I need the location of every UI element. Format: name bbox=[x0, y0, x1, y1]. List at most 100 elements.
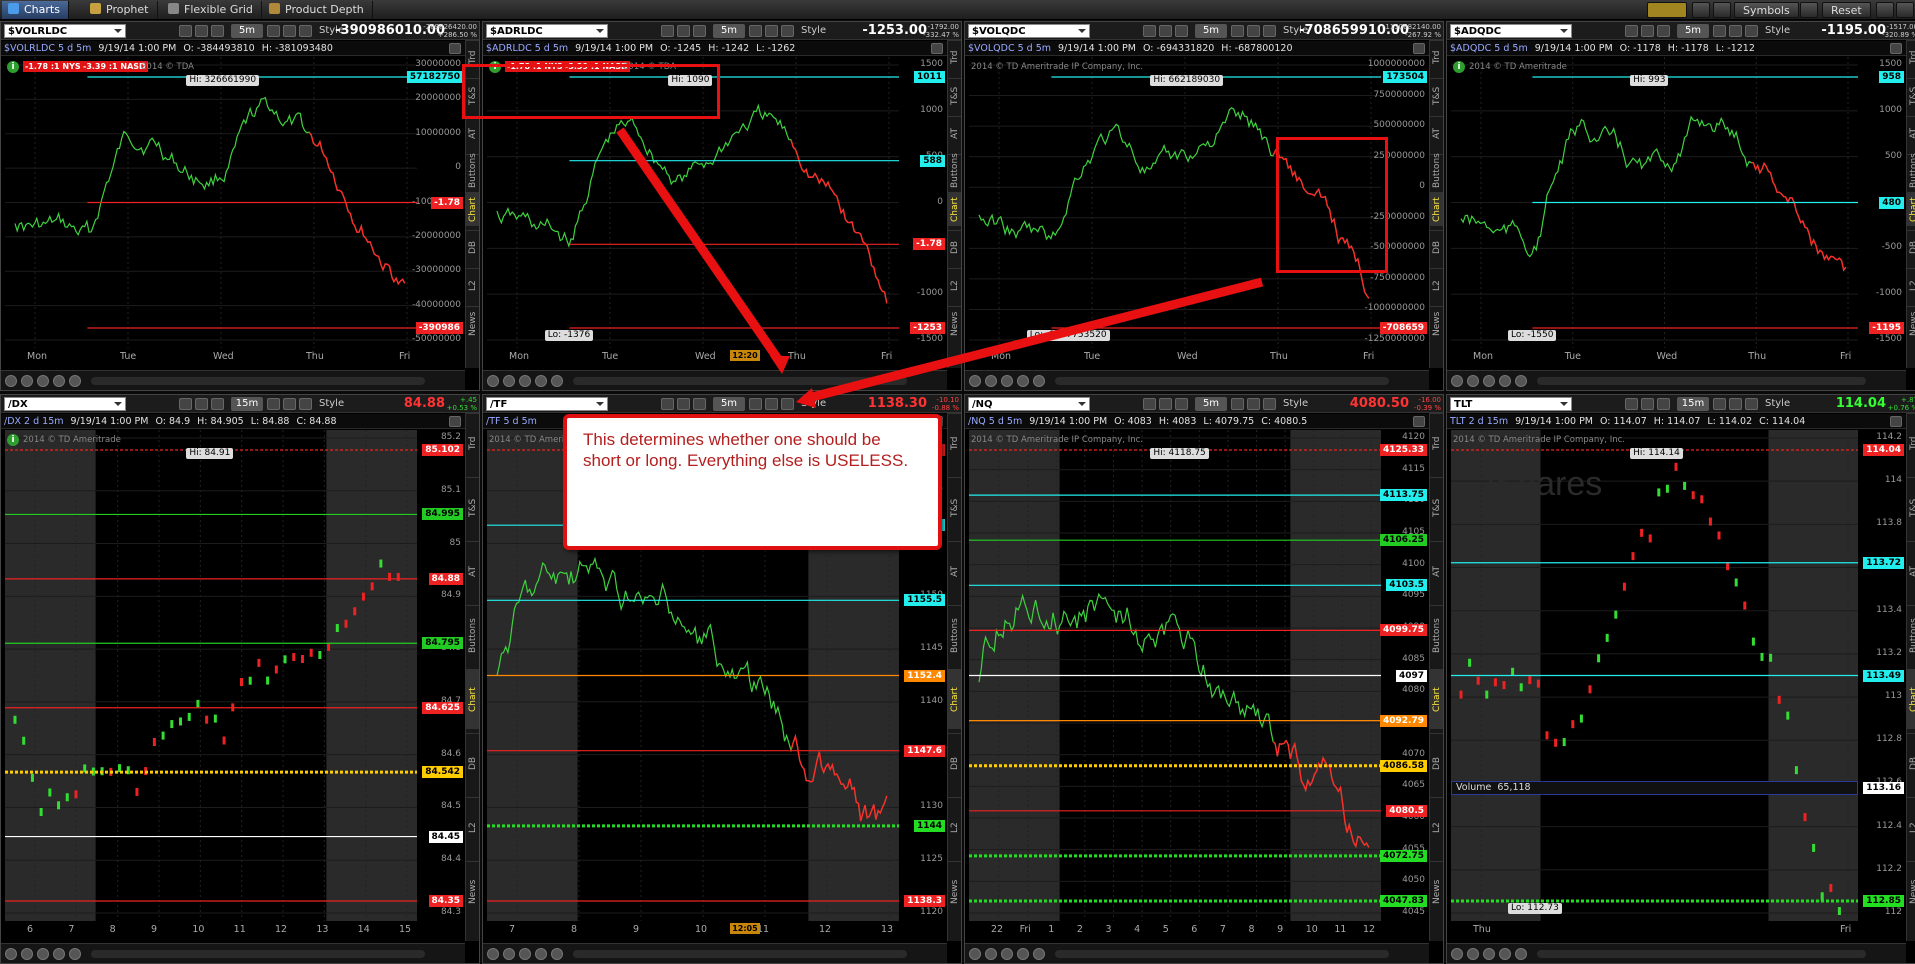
cursor-icon[interactable] bbox=[37, 375, 49, 387]
grid-layout-button[interactable] bbox=[1647, 2, 1687, 18]
scrollbar[interactable] bbox=[91, 950, 425, 958]
zoom-icon[interactable] bbox=[5, 375, 17, 387]
zoom-icon[interactable] bbox=[1451, 948, 1463, 960]
x-axis-tick: 12 bbox=[819, 924, 832, 935]
settings-icon[interactable] bbox=[1515, 948, 1527, 960]
level-label: -1253 bbox=[910, 322, 945, 334]
price-chart[interactable] bbox=[1, 395, 480, 964]
expand-icon[interactable] bbox=[1499, 375, 1511, 387]
info-icon[interactable] bbox=[1713, 2, 1731, 18]
zoom-icon[interactable] bbox=[1451, 375, 1463, 387]
settings-icon[interactable] bbox=[69, 948, 81, 960]
pan-icon[interactable] bbox=[1467, 375, 1479, 387]
pan-icon[interactable] bbox=[503, 948, 515, 960]
x-axis-tick: 1 bbox=[1048, 924, 1055, 935]
level-label: 4113.75 bbox=[1380, 489, 1427, 502]
settings-icon[interactable] bbox=[1033, 375, 1045, 387]
refresh-icon[interactable] bbox=[1800, 2, 1818, 18]
cursor-icon[interactable] bbox=[1001, 948, 1013, 960]
expand-icon[interactable] bbox=[1499, 948, 1511, 960]
settings-icon[interactable] bbox=[551, 375, 563, 387]
cursor-icon[interactable] bbox=[1001, 375, 1013, 387]
expand-icon[interactable] bbox=[1017, 375, 1029, 387]
pan-icon[interactable] bbox=[503, 375, 515, 387]
cursor-icon[interactable] bbox=[37, 948, 49, 960]
high-label: Hi: 326661990 bbox=[186, 75, 260, 86]
scrollbar[interactable] bbox=[573, 950, 907, 958]
zoom-icon[interactable] bbox=[5, 948, 17, 960]
price-line-down bbox=[1751, 161, 1847, 272]
expand-icon[interactable] bbox=[1017, 948, 1029, 960]
x-axis-tick: Wed bbox=[1656, 351, 1678, 362]
price-line bbox=[14, 96, 406, 285]
chart-bottom-bar bbox=[1, 943, 465, 963]
info-icon[interactable]: i bbox=[7, 61, 19, 73]
x-axis-tick: 8 bbox=[109, 924, 116, 935]
x-axis-tick: 11 bbox=[233, 924, 246, 935]
tab-flexible-grid[interactable]: Flexible Grid bbox=[162, 1, 262, 19]
x-axis-tick: Tue bbox=[602, 351, 619, 362]
low-label: Lo: 112.73 bbox=[1508, 903, 1562, 914]
zoom-icon[interactable] bbox=[969, 948, 981, 960]
cursor-icon[interactable] bbox=[519, 948, 531, 960]
menu-icon[interactable] bbox=[1896, 2, 1914, 18]
pan-icon[interactable] bbox=[985, 948, 997, 960]
scrollbar[interactable] bbox=[91, 377, 425, 385]
candle bbox=[396, 572, 400, 581]
help-icon[interactable] bbox=[1876, 2, 1894, 18]
scrollbar[interactable] bbox=[1537, 377, 1866, 385]
scrollbar[interactable] bbox=[1055, 377, 1389, 385]
x-axis-tick: 9 bbox=[633, 924, 640, 935]
zoom-icon[interactable] bbox=[487, 375, 499, 387]
y-axis-tick: 30000000 bbox=[415, 59, 461, 69]
expand-icon[interactable] bbox=[535, 375, 547, 387]
low-label: Lo: -1550 bbox=[1508, 330, 1557, 341]
cursor-icon[interactable] bbox=[1483, 948, 1495, 960]
tab-charts[interactable]: Charts bbox=[2, 1, 69, 19]
expand-icon[interactable] bbox=[53, 375, 65, 387]
settings-icon[interactable] bbox=[69, 375, 81, 387]
pan-icon[interactable] bbox=[985, 375, 997, 387]
settings-icon[interactable] bbox=[1033, 948, 1045, 960]
cursor-icon[interactable] bbox=[1483, 375, 1495, 387]
tab-prophet[interactable]: Prophet bbox=[84, 1, 158, 19]
reset-button[interactable]: Reset bbox=[1822, 2, 1871, 18]
zoom-icon[interactable] bbox=[487, 948, 499, 960]
symbols-button[interactable]: Symbols bbox=[1734, 2, 1799, 18]
zoom-icon[interactable] bbox=[969, 375, 981, 387]
candle bbox=[1579, 714, 1583, 723]
pan-icon[interactable] bbox=[21, 375, 33, 387]
scrollbar[interactable] bbox=[1055, 950, 1389, 958]
y-axis-tick: 84.4 bbox=[440, 854, 461, 865]
x-axis-tick: 13 bbox=[881, 924, 894, 935]
y-axis-tick: -750000000 bbox=[1370, 272, 1425, 283]
tab-product-depth[interactable]: Product Depth bbox=[263, 1, 373, 19]
expand-icon[interactable] bbox=[53, 948, 65, 960]
level-label: 4072.75 bbox=[1380, 849, 1427, 862]
cursor-icon[interactable] bbox=[519, 375, 531, 387]
y-axis-tick: 0 bbox=[455, 162, 461, 173]
price-chart[interactable] bbox=[965, 395, 1444, 964]
scrollbar[interactable] bbox=[573, 377, 907, 385]
pan-icon[interactable] bbox=[21, 948, 33, 960]
candle bbox=[1476, 676, 1480, 685]
info-icon[interactable]: i bbox=[1453, 61, 1465, 73]
breadth-badge: -3.39 :1 NASD bbox=[81, 61, 148, 72]
level-label: -1195 bbox=[1869, 322, 1904, 334]
bell-icon[interactable] bbox=[1692, 2, 1710, 18]
candle bbox=[1803, 813, 1807, 822]
candle bbox=[13, 715, 17, 724]
candle bbox=[39, 807, 43, 816]
candle bbox=[1622, 582, 1626, 591]
expand-icon[interactable] bbox=[535, 948, 547, 960]
settings-icon[interactable] bbox=[551, 948, 563, 960]
pan-icon[interactable] bbox=[1467, 948, 1479, 960]
candle bbox=[1528, 676, 1532, 685]
candle bbox=[187, 712, 191, 721]
level-label: 4103.5 bbox=[1386, 579, 1427, 592]
chart-panel-7: /NQ 5m Style 4080.50 -16.00 -0.39 %/NQ 5 d 5m… bbox=[964, 394, 1444, 964]
scrollbar[interactable] bbox=[1537, 950, 1866, 958]
settings-icon[interactable] bbox=[1515, 375, 1527, 387]
info-icon[interactable]: i bbox=[7, 434, 19, 446]
candle bbox=[48, 788, 52, 797]
